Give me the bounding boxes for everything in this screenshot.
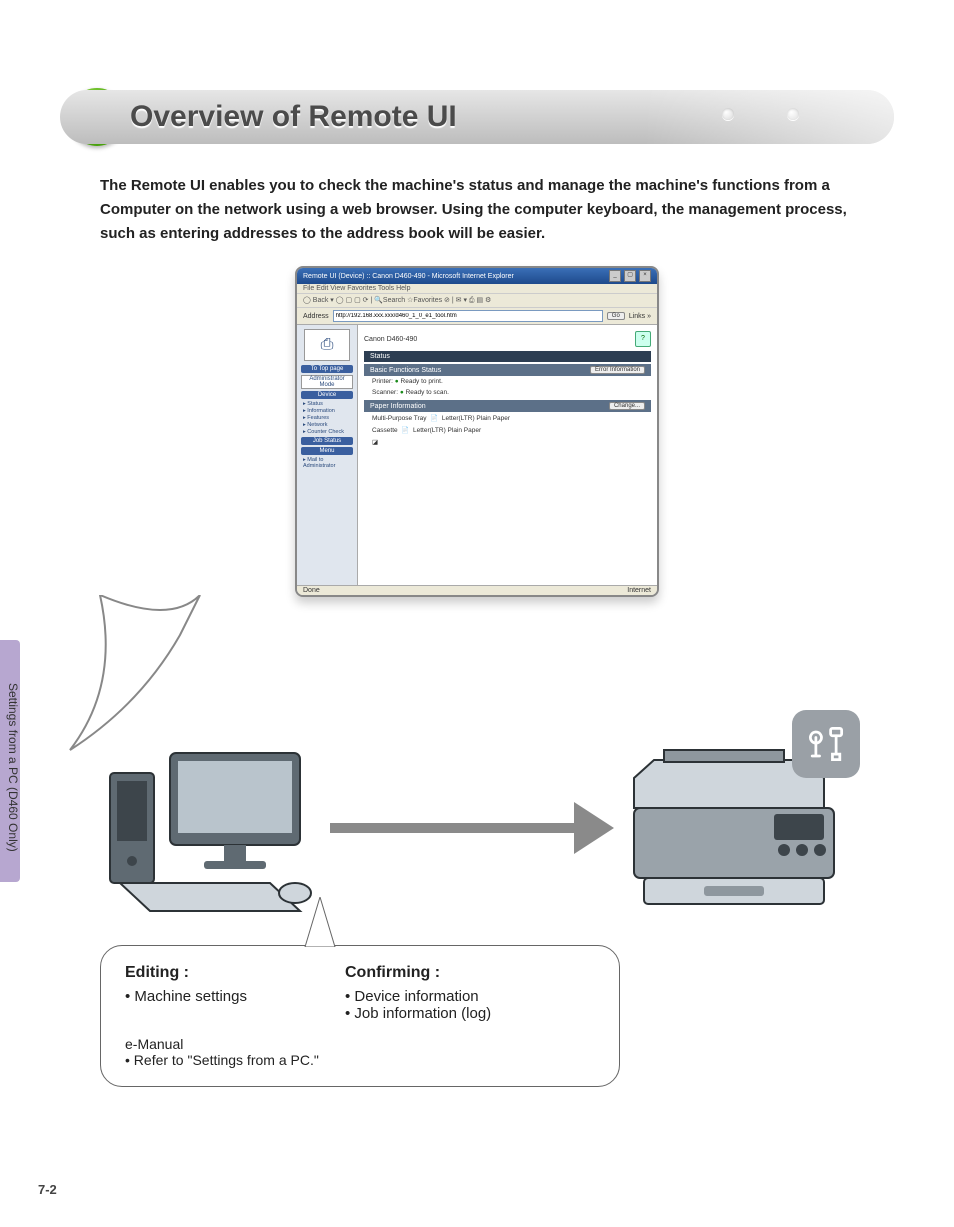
printer-label: Printer:	[372, 378, 393, 385]
device-name: Canon D460-490	[364, 336, 417, 343]
sidebar-item-counter[interactable]: Counter Check	[303, 429, 351, 435]
admin-mode-label: Administrator Mode	[301, 375, 353, 389]
address-input[interactable]	[333, 310, 603, 322]
mp-tray-label: Multi-Purpose Tray	[372, 415, 427, 422]
address-label: Address	[303, 313, 329, 320]
minimize-icon[interactable]: _	[609, 270, 621, 282]
device-logo-icon: ⎙	[304, 329, 350, 361]
remote-ui-screenshot: Remote UI (Device) :: Canon D460-490 - M…	[295, 266, 659, 597]
scanner-status: Ready to scan.	[406, 389, 449, 396]
device-button[interactable]: Device	[301, 391, 353, 399]
sidebar-item-information[interactable]: Information	[303, 408, 351, 414]
status-done: Done	[303, 587, 320, 594]
editing-heading: Editing :	[125, 964, 315, 982]
paper-info-header: Paper Information	[370, 403, 426, 410]
confirming-item: Job information (log)	[345, 1005, 535, 1022]
status-zone: Internet	[627, 587, 651, 594]
decor-dot-icon	[787, 108, 799, 120]
menu-button[interactable]: Menu	[301, 447, 353, 455]
change-button[interactable]: Change...	[609, 402, 645, 410]
sidebar-item-status[interactable]: Status	[303, 401, 351, 407]
go-button[interactable]: Go	[607, 312, 625, 320]
links-label[interactable]: Links »	[629, 313, 651, 320]
close-icon[interactable]: ×	[639, 270, 651, 282]
section-heading: Overview of Remote UI	[60, 90, 894, 144]
computer-illustration	[100, 743, 320, 913]
arrow-right-icon	[330, 802, 614, 854]
confirming-heading: Confirming :	[345, 964, 535, 982]
speech-tail-icon	[60, 595, 240, 755]
error-info-button[interactable]: Error Information	[590, 366, 645, 374]
basic-functions-header: Basic Functions Status	[370, 367, 441, 374]
tool-bar[interactable]: ◯ Back ▾ ◯ ▢ ▢ ⟳ | 🔍Search ☆Favorites ⊘ …	[297, 294, 657, 308]
page-number: 7-2	[38, 1182, 57, 1197]
chapter-side-tab: Settings from a PC (D460 Only)	[0, 640, 20, 882]
callout-pointer-icon	[300, 897, 340, 947]
remote-ui-sidebar: ⎙ To Top page Administrator Mode Device …	[297, 325, 358, 585]
window-title: Remote UI (Device) :: Canon D460-490 - M…	[303, 273, 514, 280]
confirming-item: Device information	[345, 988, 535, 1005]
cassette-value: Letter(LTR) Plain Paper	[413, 427, 481, 434]
window-controls: _ ▢ ×	[608, 270, 651, 282]
mp-tray-value: Letter(LTR) Plain Paper	[442, 415, 510, 422]
to-top-button[interactable]: To Top page	[301, 365, 353, 373]
scanner-label: Scanner:	[372, 389, 398, 396]
maximize-icon[interactable]: ▢	[624, 270, 636, 282]
intro-paragraph: The Remote UI enables you to check the m…	[100, 174, 860, 246]
help-icon[interactable]: ?	[635, 331, 651, 347]
settings-tools-icon	[792, 710, 860, 778]
editing-item: Machine settings	[125, 988, 315, 1005]
heading-text: Overview of Remote UI	[130, 100, 457, 134]
decor-dot-icon	[722, 108, 734, 120]
status-header: Status	[364, 351, 651, 362]
printer-status: Ready to print.	[401, 378, 443, 385]
emanual-label: e-Manual	[125, 1036, 595, 1052]
sidebar-item-features[interactable]: Features	[303, 415, 351, 421]
menu-bar[interactable]: File Edit View Favorites Tools Help	[297, 284, 657, 294]
sidebar-item-network[interactable]: Network	[303, 422, 351, 428]
job-status-button[interactable]: Job Status	[301, 437, 353, 445]
cassette-label: Cassette	[372, 427, 398, 434]
refer-text: Refer to "Settings from a PC."	[125, 1052, 595, 1068]
mail-admin-link[interactable]: Mail to Administrator	[303, 457, 351, 469]
feature-callout: Editing : Machine settings Confirming : …	[100, 945, 620, 1087]
